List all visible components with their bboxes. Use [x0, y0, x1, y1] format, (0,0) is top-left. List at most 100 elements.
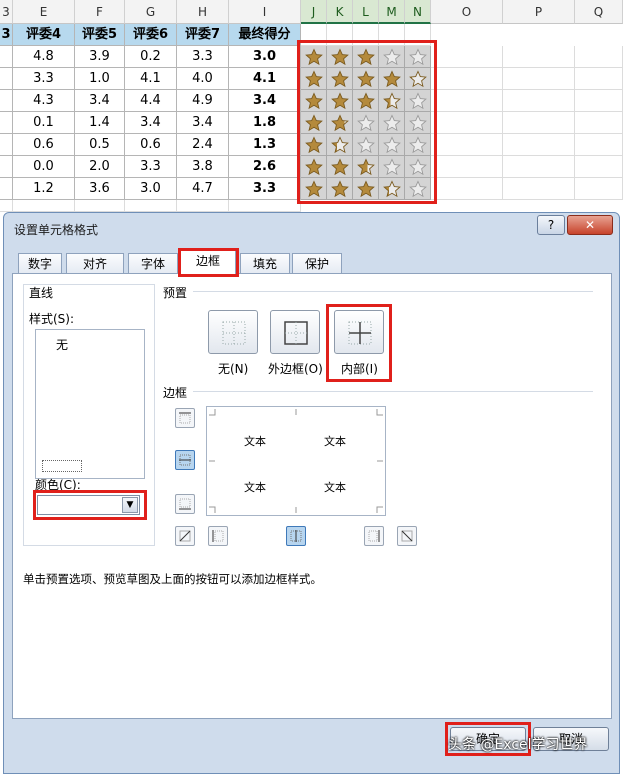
table-cell[interactable]: [353, 24, 379, 46]
star-rating-cell[interactable]: [353, 90, 379, 112]
final-score-cell[interactable]: 3.4: [229, 90, 301, 112]
table-cell[interactable]: [431, 178, 503, 200]
table-cell[interactable]: [575, 46, 623, 68]
final-score-cell[interactable]: 3.3: [229, 178, 301, 200]
tab-alignment[interactable]: 对齐: [66, 253, 124, 275]
table-cell[interactable]: 4.9: [177, 90, 229, 112]
star-rating-cell[interactable]: [405, 178, 431, 200]
table-cell[interactable]: [503, 134, 575, 156]
table-cell[interactable]: [575, 90, 623, 112]
preset-inside-label[interactable]: 内部(I): [341, 360, 378, 377]
table-cell[interactable]: 3.4: [75, 90, 125, 112]
table-cell[interactable]: 4.7: [177, 178, 229, 200]
column-header[interactable]: E: [13, 0, 75, 24]
table-cell[interactable]: [327, 24, 353, 46]
star-rating-cell[interactable]: [301, 112, 327, 134]
table-cell[interactable]: 3.3: [125, 156, 177, 178]
star-rating-cell[interactable]: [379, 90, 405, 112]
column-header[interactable]: H: [177, 0, 229, 24]
header-cell[interactable]: 3: [0, 24, 13, 46]
final-score-cell[interactable]: 1.3: [229, 134, 301, 156]
table-cell[interactable]: [431, 112, 503, 134]
star-rating-cell[interactable]: [301, 178, 327, 200]
star-rating-cell[interactable]: [301, 156, 327, 178]
color-dropdown[interactable]: ▼: [37, 495, 140, 515]
tab-font[interactable]: 字体: [128, 253, 178, 275]
table-cell[interactable]: 3.3: [13, 68, 75, 90]
star-rating-cell[interactable]: [405, 112, 431, 134]
table-cell[interactable]: [301, 24, 327, 46]
final-score-cell[interactable]: 2.6: [229, 156, 301, 178]
table-cell[interactable]: 3.3: [177, 46, 229, 68]
column-header[interactable]: L: [353, 0, 379, 24]
column-header[interactable]: G: [125, 0, 177, 24]
table-cell[interactable]: [229, 200, 301, 212]
table-cell[interactable]: 2.0: [75, 156, 125, 178]
table-cell[interactable]: 3.4: [125, 112, 177, 134]
table-cell[interactable]: [125, 200, 177, 212]
table-cell[interactable]: 3.8: [177, 156, 229, 178]
table-cell[interactable]: 4.4: [125, 90, 177, 112]
border-inside-horizontal-button[interactable]: [175, 450, 195, 470]
table-cell[interactable]: [503, 46, 575, 68]
star-rating-cell[interactable]: [353, 134, 379, 156]
preset-inside-button[interactable]: [334, 310, 384, 354]
tab-number[interactable]: 数字: [18, 253, 62, 275]
line-style-none[interactable]: 无: [56, 336, 68, 353]
table-cell[interactable]: [575, 156, 623, 178]
table-cell[interactable]: 4.1: [125, 68, 177, 90]
dialog-titlebar[interactable]: 设置单元格格式 ? ✕: [4, 213, 619, 241]
star-rating-cell[interactable]: [405, 156, 431, 178]
table-cell[interactable]: [431, 134, 503, 156]
table-cell[interactable]: [0, 156, 13, 178]
table-cell[interactable]: 3.9: [75, 46, 125, 68]
star-rating-cell[interactable]: [353, 46, 379, 68]
table-cell[interactable]: 0.6: [13, 134, 75, 156]
star-rating-cell[interactable]: [379, 134, 405, 156]
tab-protection[interactable]: 保护: [292, 253, 342, 275]
table-cell[interactable]: [0, 134, 13, 156]
column-header[interactable]: O: [431, 0, 503, 24]
table-cell[interactable]: [431, 68, 503, 90]
star-rating-cell[interactable]: [353, 178, 379, 200]
table-cell[interactable]: 0.0: [13, 156, 75, 178]
table-cell[interactable]: [0, 112, 13, 134]
table-cell[interactable]: 4.8: [13, 46, 75, 68]
star-rating-cell[interactable]: [301, 46, 327, 68]
star-rating-cell[interactable]: [353, 68, 379, 90]
table-cell[interactable]: [431, 90, 503, 112]
table-cell[interactable]: [503, 178, 575, 200]
final-score-cell[interactable]: 3.0: [229, 46, 301, 68]
column-header[interactable]: K: [327, 0, 353, 24]
header-cell[interactable]: 评委5: [75, 24, 125, 46]
table-cell[interactable]: 4.0: [177, 68, 229, 90]
table-cell[interactable]: [177, 200, 229, 212]
border-top-button[interactable]: [175, 408, 195, 428]
star-rating-cell[interactable]: [353, 156, 379, 178]
table-cell[interactable]: 0.1: [13, 112, 75, 134]
preset-none-button[interactable]: [208, 310, 258, 354]
star-rating-cell[interactable]: [301, 68, 327, 90]
table-cell[interactable]: [431, 46, 503, 68]
table-cell[interactable]: [575, 112, 623, 134]
table-cell[interactable]: [0, 178, 13, 200]
star-rating-cell[interactable]: [405, 90, 431, 112]
table-cell[interactable]: [431, 156, 503, 178]
column-header[interactable]: P: [503, 0, 575, 24]
line-style-dotted[interactable]: [42, 460, 82, 472]
header-cell[interactable]: 评委6: [125, 24, 177, 46]
table-cell[interactable]: 1.4: [75, 112, 125, 134]
table-cell[interactable]: [575, 134, 623, 156]
star-rating-cell[interactable]: [327, 156, 353, 178]
table-cell[interactable]: 0.5: [75, 134, 125, 156]
table-cell[interactable]: 1.0: [75, 68, 125, 90]
star-rating-cell[interactable]: [327, 134, 353, 156]
table-cell[interactable]: 3.0: [125, 178, 177, 200]
help-button[interactable]: ?: [537, 215, 565, 235]
close-button[interactable]: ✕: [567, 215, 613, 235]
table-cell[interactable]: [405, 24, 431, 46]
border-left-button[interactable]: [208, 526, 228, 546]
header-cell[interactable]: 评委7: [177, 24, 229, 46]
column-header[interactable]: J: [301, 0, 327, 24]
star-rating-cell[interactable]: [327, 90, 353, 112]
